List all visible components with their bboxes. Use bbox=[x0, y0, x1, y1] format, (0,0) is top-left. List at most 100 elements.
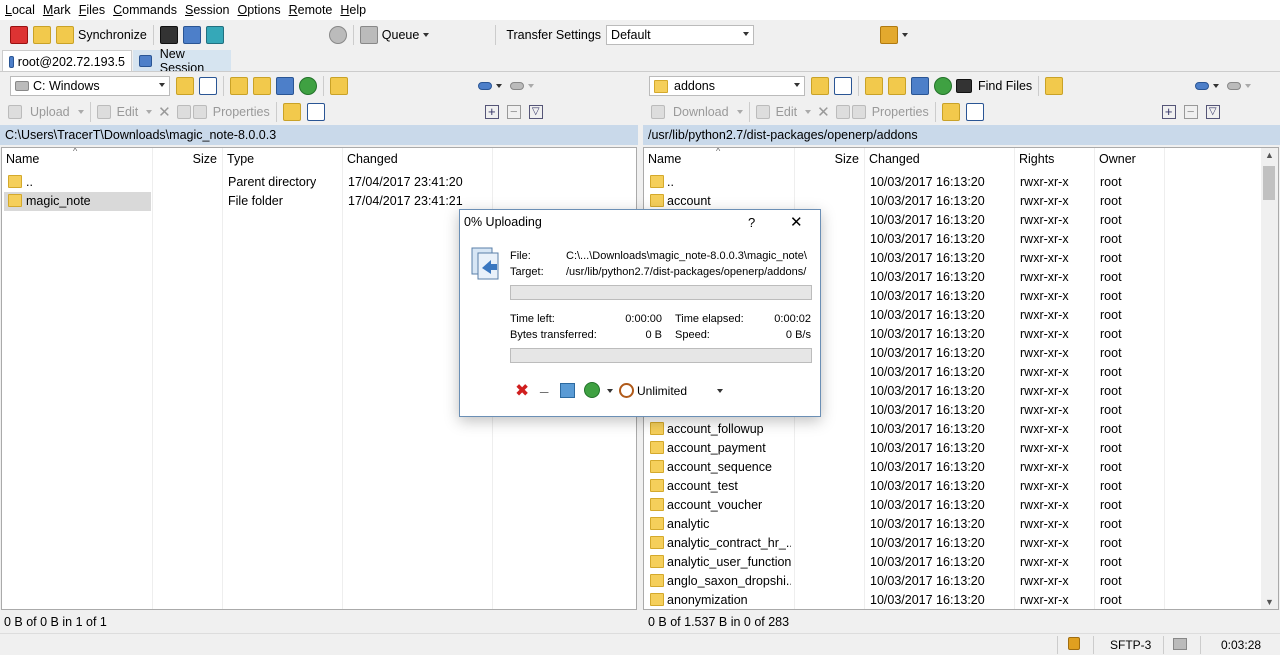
chevron-down-icon[interactable] bbox=[607, 389, 613, 393]
table-row[interactable]: account_followup 10/03/2017 16:13:20 rwxr-… bbox=[644, 420, 1278, 439]
col-changed[interactable]: Changed bbox=[865, 148, 1015, 170]
remote-path-bar[interactable]: /usr/lib/python2.7/dist-packages/openerp… bbox=[643, 125, 1280, 145]
add-selection-icon[interactable] bbox=[10, 26, 28, 44]
menu-mark[interactable]: Mark bbox=[43, 3, 71, 17]
upload-button[interactable]: Upload bbox=[30, 105, 70, 119]
menu-commands[interactable]: Commands bbox=[113, 3, 177, 17]
col-changed[interactable]: Changed bbox=[343, 148, 493, 170]
menu-session[interactable]: Session bbox=[185, 3, 229, 17]
table-row[interactable]: anonymization 10/03/2017 16:13:20 rwxr-xr-… bbox=[644, 591, 1278, 609]
transfer-settings-select[interactable]: Default bbox=[606, 25, 755, 45]
col-rights[interactable]: Rights bbox=[1015, 148, 1095, 170]
home-icon[interactable] bbox=[911, 77, 929, 95]
delete-icon[interactable]: ✕ bbox=[817, 103, 830, 121]
filter-icon[interactable] bbox=[199, 77, 217, 95]
table-row[interactable]: account_payment 10/03/2017 16:13:20 rwxr-x… bbox=[644, 439, 1278, 458]
gear-icon[interactable] bbox=[328, 26, 347, 44]
speed-limit-select[interactable]: Unlimited bbox=[636, 382, 726, 400]
back-icon[interactable] bbox=[1195, 82, 1210, 90]
table-row[interactable]: analytic 10/03/2017 16:13:20 rwxr-xr-x root bbox=[644, 515, 1278, 534]
parent-directory-icon[interactable] bbox=[865, 77, 883, 95]
table-row[interactable]: account_test 10/03/2017 16:13:20 rwxr-xr-x… bbox=[644, 477, 1278, 496]
menu-local[interactable]: Local bbox=[5, 3, 35, 17]
plus-icon[interactable]: + bbox=[484, 105, 499, 119]
root-directory-icon[interactable] bbox=[253, 77, 271, 95]
scroll-up-icon[interactable]: ▲ bbox=[1265, 150, 1274, 160]
console-icon[interactable] bbox=[159, 26, 178, 44]
queue-button[interactable]: Queue bbox=[359, 26, 430, 44]
root-directory-icon[interactable] bbox=[888, 77, 906, 95]
copy-icon[interactable] bbox=[306, 103, 325, 121]
compare-directories-icon[interactable] bbox=[33, 26, 51, 44]
scroll-down-icon[interactable]: ▼ bbox=[1265, 597, 1274, 607]
statusbar-divider bbox=[1093, 636, 1094, 654]
row-rights: rwxr-xr-x bbox=[1020, 327, 1069, 341]
scrollbar[interactable]: ▲ ▼ bbox=[1261, 148, 1278, 609]
properties-button[interactable]: Properties bbox=[872, 105, 929, 119]
col-owner[interactable]: Owner bbox=[1095, 148, 1165, 170]
once-done-icon[interactable] bbox=[584, 382, 600, 398]
filter-funnel-icon[interactable]: ▽ bbox=[528, 105, 543, 119]
tab-session[interactable]: root@202.72.193.5 bbox=[2, 50, 132, 72]
help-button[interactable]: ? bbox=[748, 215, 755, 230]
table-row[interactable]: .. 10/03/2017 16:13:20 rwxr-xr-x root bbox=[644, 173, 1278, 192]
back-icon[interactable] bbox=[478, 82, 492, 90]
new-folder-icon[interactable] bbox=[282, 103, 301, 121]
home-icon[interactable] bbox=[276, 77, 294, 95]
edit-button[interactable]: Edit bbox=[117, 105, 139, 119]
local-drive-select[interactable]: C: Windows bbox=[10, 76, 170, 96]
properties-button[interactable]: Properties bbox=[213, 105, 270, 119]
col-name[interactable]: Name bbox=[2, 148, 153, 170]
table-row[interactable]: account_voucher 10/03/2017 16:13:20 rwxr-x… bbox=[644, 496, 1278, 515]
new-folder-icon[interactable] bbox=[941, 103, 960, 121]
menu-files[interactable]: Files bbox=[79, 3, 105, 17]
tab-new-session[interactable]: New Session bbox=[133, 47, 231, 75]
remote-folder-select[interactable]: addons bbox=[649, 76, 805, 96]
table-row[interactable]: analytic_user_function 10/03/2017 16:13:2… bbox=[644, 553, 1278, 572]
parent-directory-icon[interactable] bbox=[230, 77, 248, 95]
table-row[interactable]: analytic_contract_hr_... 10/03/2017 16:13… bbox=[644, 534, 1278, 553]
move-to-background-icon[interactable] bbox=[560, 383, 575, 398]
menu-options[interactable]: Options bbox=[238, 3, 281, 17]
refresh-icon[interactable] bbox=[934, 77, 952, 95]
col-type[interactable]: Type bbox=[223, 148, 343, 170]
menu-help[interactable]: Help bbox=[340, 3, 366, 17]
synchronize-button[interactable]: Synchronize bbox=[56, 26, 147, 44]
scroll-thumb[interactable] bbox=[1263, 166, 1275, 200]
tree-view-icon[interactable] bbox=[330, 77, 348, 95]
plus-icon[interactable]: + bbox=[1161, 105, 1176, 119]
filter-icon[interactable] bbox=[834, 77, 852, 95]
chevron-down-icon[interactable] bbox=[496, 84, 502, 88]
rename-icon[interactable] bbox=[176, 105, 191, 119]
edit-button[interactable]: Edit bbox=[776, 105, 798, 119]
col-size[interactable]: Size bbox=[795, 148, 865, 170]
rename-icon[interactable] bbox=[835, 105, 850, 119]
local-path-bar[interactable]: C:\Users\TracerT\Downloads\magic_note-8.… bbox=[0, 125, 638, 145]
table-row[interactable]: account_sequence 10/03/2017 16:13:20 rwxr-… bbox=[644, 458, 1278, 477]
find-files-button[interactable]: Find Files bbox=[956, 79, 1032, 93]
chevron-down-icon[interactable] bbox=[902, 33, 909, 37]
copy-icon[interactable] bbox=[965, 103, 984, 121]
network-icon[interactable] bbox=[880, 26, 899, 44]
col-size[interactable]: Size bbox=[153, 148, 223, 170]
open-folder-icon[interactable] bbox=[811, 77, 829, 95]
row-rights: rwxr-xr-x bbox=[1020, 251, 1069, 265]
minimize-icon[interactable]: _ bbox=[540, 378, 548, 395]
putty-icon[interactable] bbox=[182, 26, 201, 44]
table-row[interactable]: anglo_saxon_dropshi... 10/03/2017 16:13:2… bbox=[644, 572, 1278, 591]
menu-remote[interactable]: Remote bbox=[289, 3, 333, 17]
table-row[interactable]: .. Parent directory 17/04/2017 23:41:20 bbox=[2, 173, 636, 192]
tree-view-icon[interactable] bbox=[1045, 77, 1064, 95]
open-folder-icon[interactable] bbox=[176, 77, 194, 95]
refresh-sync-icon[interactable] bbox=[205, 26, 224, 44]
close-button[interactable]: ✕ bbox=[790, 213, 803, 231]
download-button[interactable]: Download bbox=[673, 105, 729, 119]
minus-icon[interactable]: − bbox=[1183, 105, 1198, 119]
minus-icon[interactable]: − bbox=[506, 105, 521, 119]
refresh-icon[interactable] bbox=[299, 77, 317, 95]
chevron-down-icon[interactable] bbox=[1213, 84, 1220, 88]
file-progress-bar bbox=[510, 285, 812, 300]
filter-funnel-icon[interactable]: ▽ bbox=[1205, 105, 1220, 119]
cancel-icon[interactable]: ✖ bbox=[515, 381, 529, 401]
delete-icon[interactable]: ✕ bbox=[158, 103, 171, 121]
